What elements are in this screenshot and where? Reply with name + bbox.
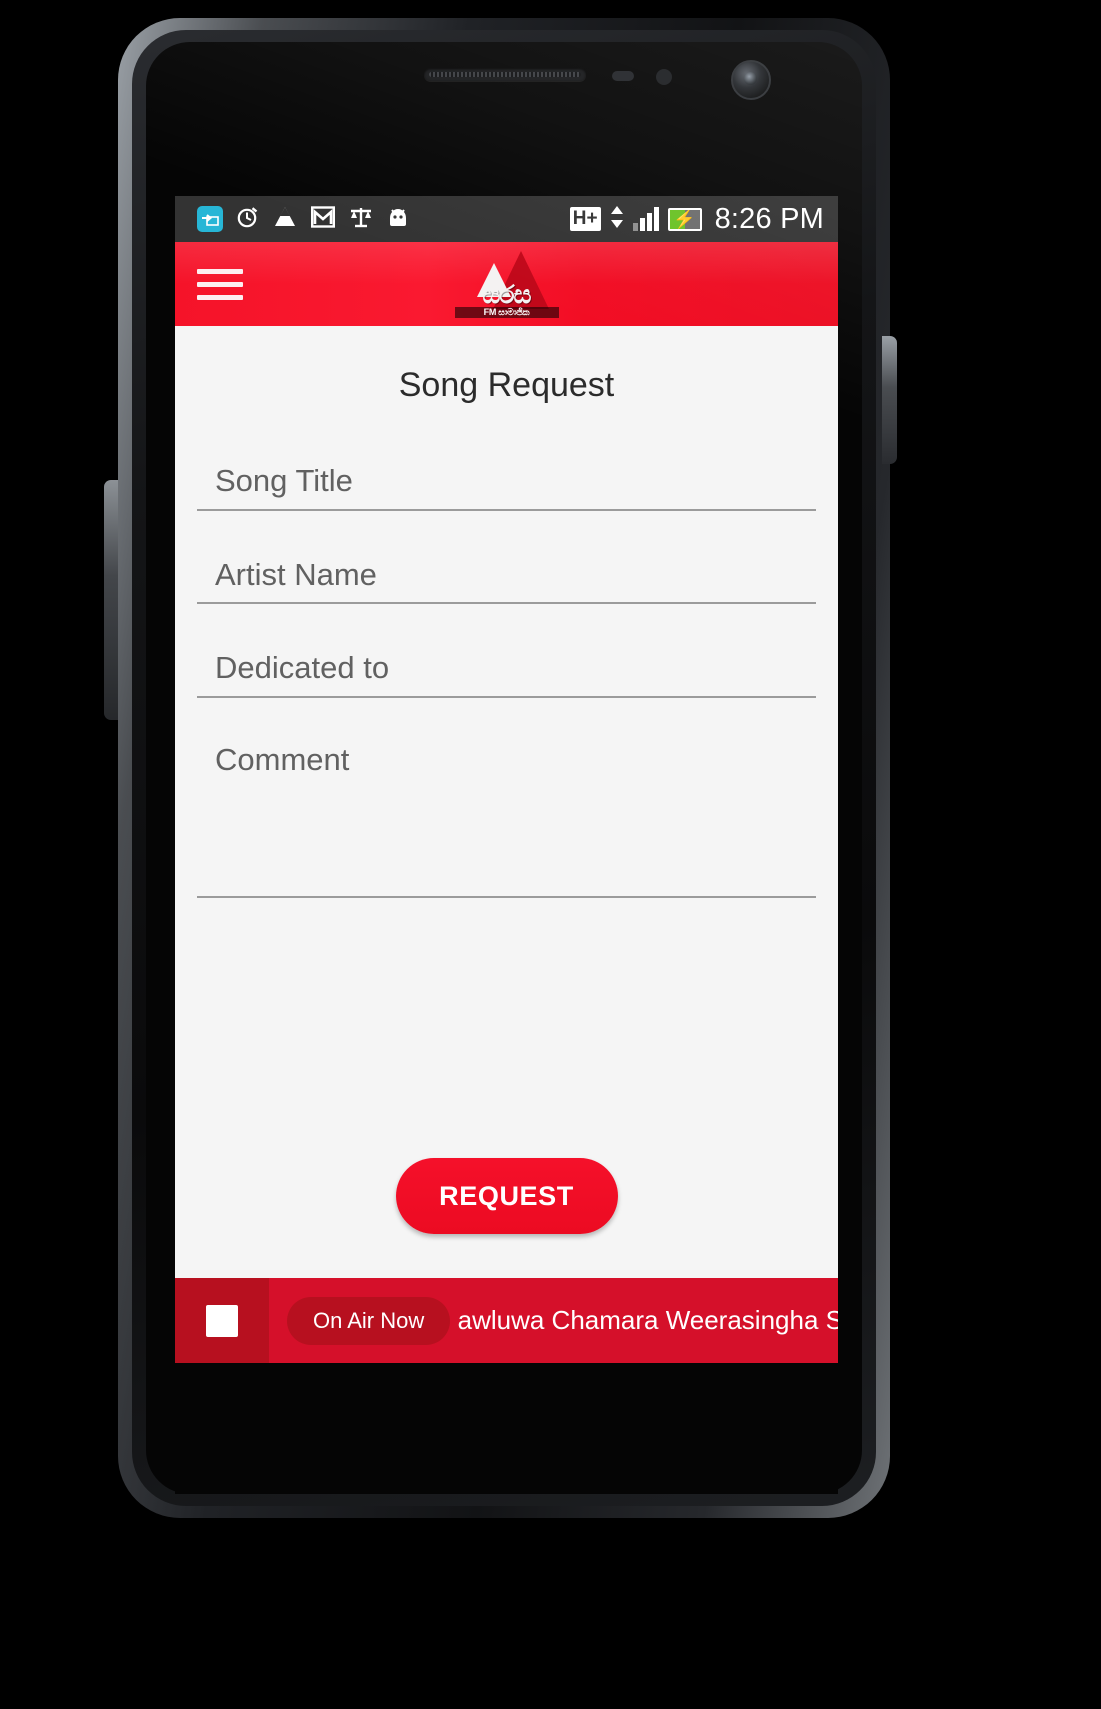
request-button[interactable]: REQUEST	[395, 1158, 618, 1234]
submit-row: REQUEST	[175, 1158, 838, 1234]
status-bar: H+ ⚡ 8:26 PM	[175, 196, 838, 242]
song-title-placeholder: Song Title	[215, 463, 353, 498]
stop-button[interactable]	[175, 1278, 269, 1363]
network-type-label: H+	[569, 207, 601, 231]
front-camera	[731, 60, 771, 100]
screenshot-root: H+ ⚡ 8:26 PM සරස FM සාමාජික Song Request…	[0, 0, 1101, 1709]
status-bar-system-icons: H+ ⚡ 8:26 PM	[569, 202, 824, 236]
sync-icon	[197, 206, 223, 232]
light-sensor	[656, 69, 672, 85]
comment-field[interactable]: Comment	[197, 742, 816, 898]
hamburger-menu-icon[interactable]	[197, 268, 259, 300]
logo-wordmark: සරස	[482, 281, 531, 309]
logo-subtext: FM සාමාජික	[454, 307, 559, 318]
proximity-sensor	[612, 71, 634, 81]
song-title-field[interactable]: Song Title	[197, 463, 816, 511]
app-logo: සරස FM සාමාජික	[454, 249, 559, 319]
artist-name-placeholder: Artist Name	[215, 556, 377, 592]
comment-placeholder: Comment	[215, 741, 350, 777]
status-bar-notification-icons	[197, 205, 570, 234]
gmail-icon	[311, 205, 336, 233]
app-bar: සරස FM සාමාජික	[175, 242, 838, 326]
artist-name-field[interactable]: Artist Name	[197, 557, 816, 605]
data-transfer-icon	[610, 205, 624, 234]
on-air-badge: On Air Now	[287, 1296, 451, 1345]
now-playing-marquee: Kawluwa Chamara Weerasingha Shashik	[458, 1305, 838, 1336]
power-button[interactable]	[882, 336, 897, 464]
drive-icon	[273, 205, 297, 234]
balance-icon	[349, 205, 373, 234]
dedicated-to-placeholder: Dedicated to	[215, 650, 390, 686]
stop-icon	[206, 1304, 238, 1337]
battery-charging-icon: ⚡	[667, 207, 702, 231]
now-playing-title: Kawluwa Chamara Weerasingha Shashik	[458, 1305, 838, 1335]
page-title: Song Request	[398, 366, 615, 404]
song-request-form: Song Request Song Title Artist Name Dedi…	[175, 326, 838, 1278]
earpiece-speaker	[424, 68, 586, 81]
now-playing-bar: On Air Now Kawluwa Chamara Weerasingha S…	[175, 1278, 838, 1363]
dedicated-to-field[interactable]: Dedicated to	[197, 650, 816, 698]
now-playing-content: On Air Now Kawluwa Chamara Weerasingha S…	[269, 1278, 838, 1363]
bug-droid-icon	[387, 205, 409, 234]
clock-label: 8:26 PM	[714, 202, 824, 235]
phone-bottom-chin	[175, 1363, 838, 1494]
signal-strength-icon	[632, 207, 659, 231]
alarm-icon	[237, 205, 259, 234]
phone-screen: H+ ⚡ 8:26 PM සරස FM සාමාජික Song Request…	[175, 196, 838, 1363]
volume-button[interactable]	[104, 480, 118, 720]
